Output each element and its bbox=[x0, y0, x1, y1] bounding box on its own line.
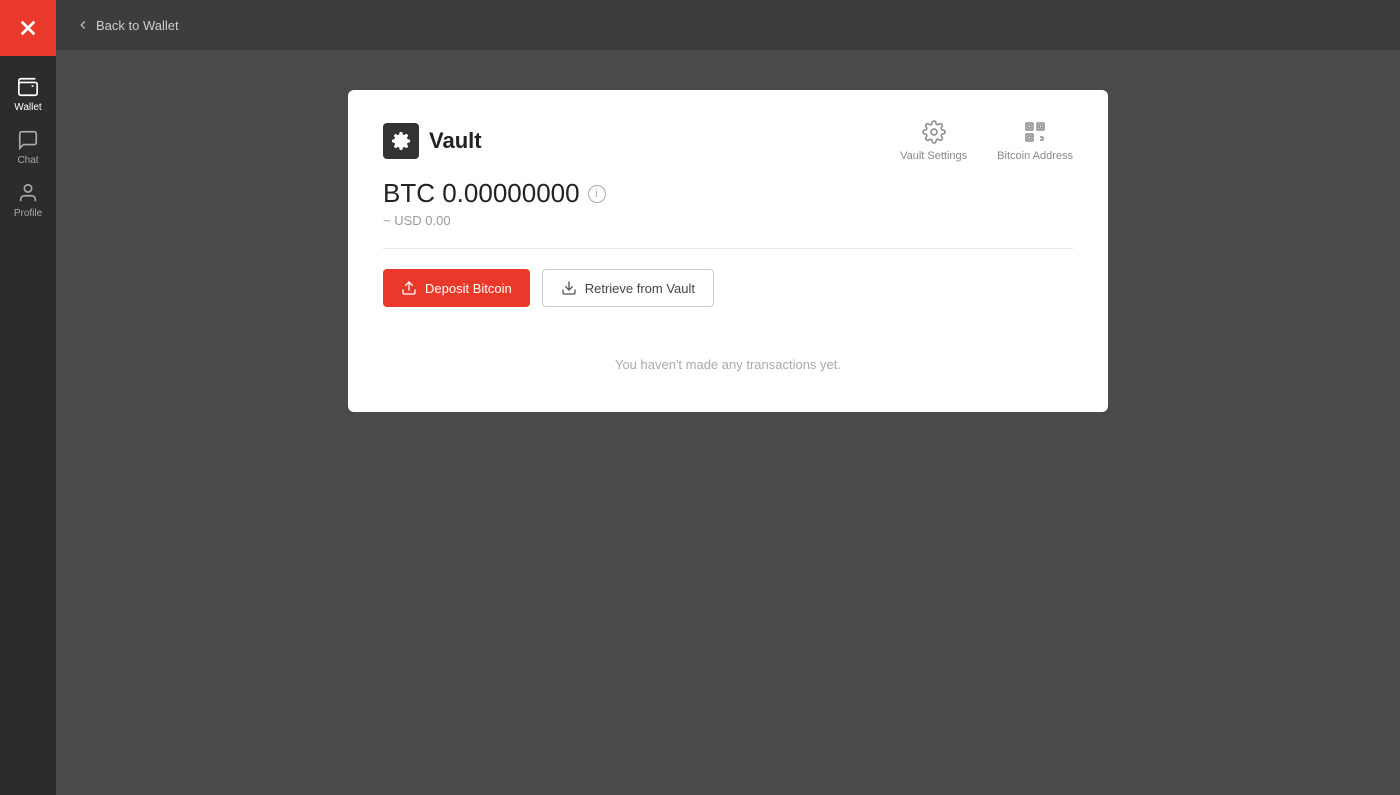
bitcoin-address-button[interactable]: Bitcoin Address bbox=[997, 120, 1073, 162]
vault-card-header: Vault Vault Settings bbox=[383, 120, 1073, 162]
upload-icon bbox=[401, 280, 417, 296]
sidebar-item-chat[interactable]: Chat bbox=[0, 119, 56, 172]
back-label: Back to Wallet bbox=[96, 18, 179, 33]
retrieve-button-label: Retrieve from Vault bbox=[585, 281, 695, 296]
divider bbox=[383, 248, 1073, 249]
qr-code-icon bbox=[1023, 120, 1047, 144]
sidebar-item-wallet[interactable]: Wallet bbox=[0, 66, 56, 119]
chevron-left-icon bbox=[76, 18, 90, 32]
vault-card: Vault Vault Settings bbox=[348, 90, 1108, 412]
settings-icon bbox=[922, 120, 946, 144]
vault-gear-icon bbox=[391, 131, 411, 151]
vault-icon-box bbox=[383, 123, 419, 159]
info-icon[interactable]: i bbox=[588, 185, 606, 203]
vault-title: Vault bbox=[429, 128, 482, 154]
bitcoin-address-label: Bitcoin Address bbox=[997, 150, 1073, 162]
wallet-icon bbox=[17, 76, 39, 98]
chat-nav-label: Chat bbox=[17, 155, 38, 166]
page-content: Vault Vault Settings bbox=[56, 50, 1400, 795]
deposit-bitcoin-button[interactable]: Deposit Bitcoin bbox=[383, 269, 530, 307]
action-buttons-row: Deposit Bitcoin Retrieve from Vault bbox=[383, 269, 1073, 307]
sidebar-item-profile[interactable]: Profile bbox=[0, 172, 56, 225]
sidebar-nav: Wallet Chat Profile bbox=[0, 66, 56, 225]
sidebar: Wallet Chat Profile bbox=[0, 0, 56, 795]
main-content: Back to Wallet Vault bbox=[56, 0, 1400, 795]
deposit-button-label: Deposit Bitcoin bbox=[425, 281, 512, 296]
chat-icon bbox=[17, 129, 39, 151]
app-logo[interactable] bbox=[0, 0, 56, 56]
close-icon bbox=[17, 17, 39, 39]
profile-nav-label: Profile bbox=[14, 208, 42, 219]
wallet-nav-label: Wallet bbox=[14, 102, 41, 113]
btc-balance-row: BTC 0.00000000 i bbox=[383, 178, 1073, 209]
back-to-wallet-link[interactable]: Back to Wallet bbox=[76, 18, 179, 33]
vault-action-buttons: Vault Settings bbox=[900, 120, 1073, 162]
usd-amount: ~ USD 0.00 bbox=[383, 213, 1073, 228]
vault-title-section: Vault bbox=[383, 123, 482, 159]
topbar: Back to Wallet bbox=[56, 0, 1400, 50]
download-icon bbox=[561, 280, 577, 296]
vault-settings-button[interactable]: Vault Settings bbox=[900, 120, 967, 162]
empty-message-text: You haven't made any transactions yet. bbox=[615, 357, 841, 372]
retrieve-from-vault-button[interactable]: Retrieve from Vault bbox=[542, 269, 714, 307]
profile-icon bbox=[17, 182, 39, 204]
vault-settings-label: Vault Settings bbox=[900, 150, 967, 162]
btc-amount: BTC 0.00000000 bbox=[383, 178, 580, 209]
empty-transactions-message: You haven't made any transactions yet. bbox=[383, 337, 1073, 382]
